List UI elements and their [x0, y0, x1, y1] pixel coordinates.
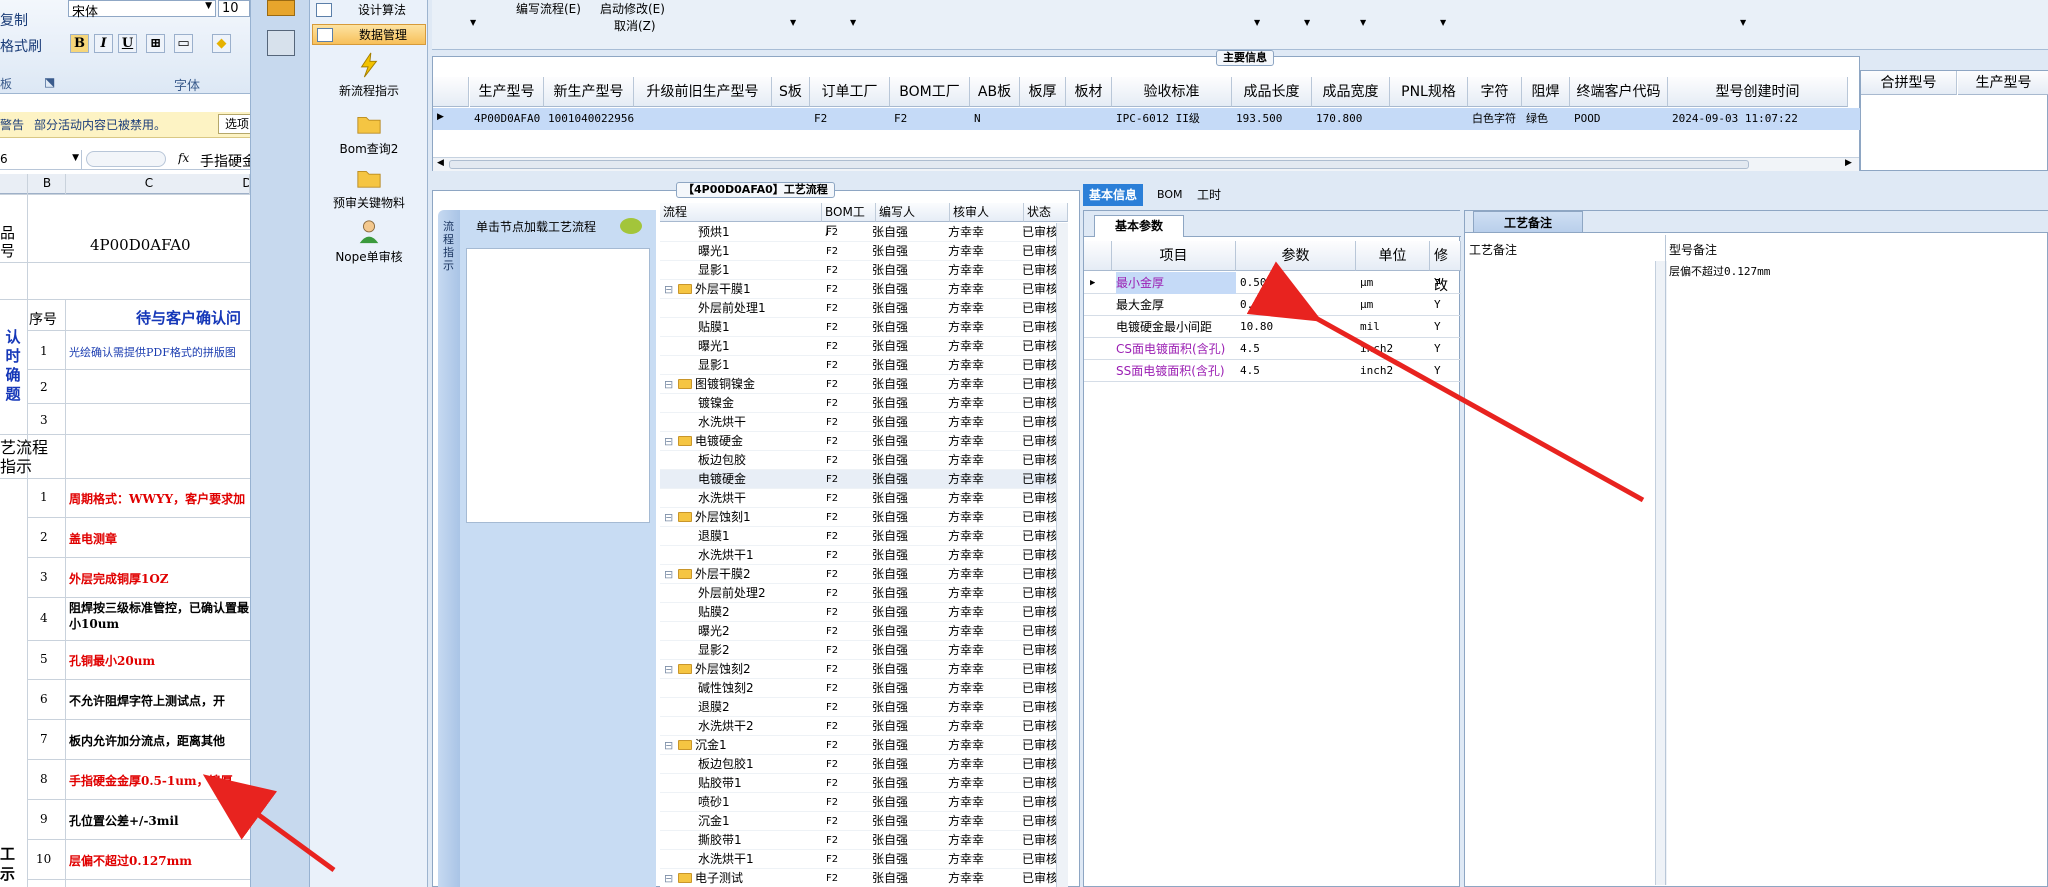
annotation-arrows: [202, 261, 1645, 873]
arrow-basic-params: [1246, 261, 1645, 503]
arrow-excel: [202, 774, 336, 873]
